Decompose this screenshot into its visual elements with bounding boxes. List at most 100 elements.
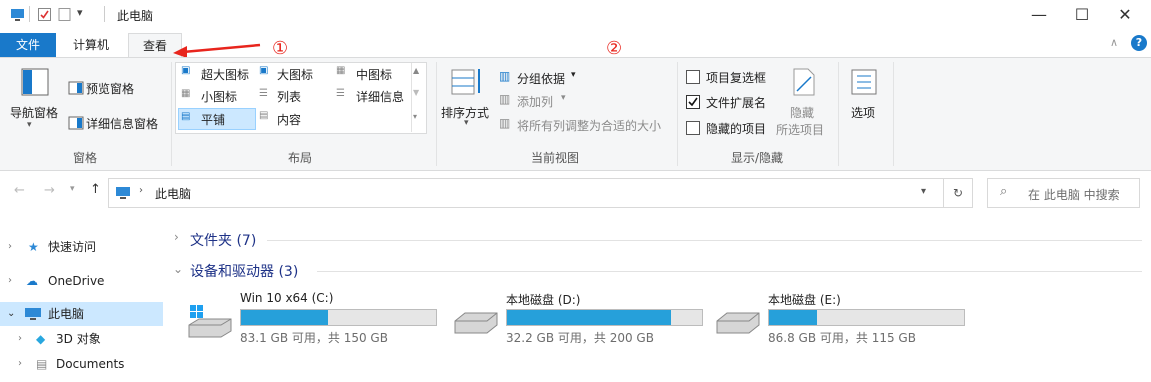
divider [267, 240, 1142, 241]
size-columns-icon: ▥ [499, 116, 511, 130]
breadcrumb[interactable]: 此电脑 [155, 185, 191, 202]
address-box[interactable]: › 此电脑 ▾ [108, 178, 945, 208]
chevron-right-icon[interactable]: › [174, 230, 179, 244]
drive-usage-bar [768, 309, 965, 326]
add-columns-icon: ▥ [499, 92, 511, 106]
item-checkboxes-checkbox[interactable] [686, 70, 700, 84]
preview-pane-icon [68, 81, 84, 95]
options-button[interactable]: 选项 [851, 104, 875, 121]
breadcrumb-separator-icon[interactable]: › [139, 185, 143, 196]
nav-item-quick-access[interactable]: › ★ 快速访问 [0, 235, 163, 259]
chevron-right-icon[interactable]: › [8, 235, 12, 259]
recent-locations-icon[interactable]: ▾ [70, 184, 75, 194]
divider [317, 271, 1142, 272]
preview-pane-button[interactable]: 预览窗格 [86, 80, 134, 97]
layout-details[interactable]: 详细信息 [356, 88, 404, 105]
scroll-down-icon[interactable]: ▼ [413, 88, 419, 97]
sort-by-icon[interactable] [451, 67, 485, 97]
large-icons-icon: ▣ [259, 65, 269, 76]
chevron-down-icon[interactable]: ⌄ [173, 262, 183, 276]
up-icon[interactable]: ↑ [90, 182, 101, 197]
window-title: 此电脑 [117, 9, 154, 23]
devices-section-header[interactable]: 设备和驱动器 (3) [190, 261, 298, 281]
layout-large-icons[interactable]: 大图标 [277, 66, 313, 83]
search-box[interactable]: ⌕ 在 此电脑 中搜索 [987, 178, 1140, 208]
hidden-items-label[interactable]: 隐藏的项目 [706, 120, 766, 137]
computer-icon[interactable] [10, 7, 25, 22]
drive-info: 32.2 GB 可用，共 200 GB [506, 331, 654, 345]
collapse-ribbon-icon[interactable]: ∧ [1110, 36, 1118, 49]
help-icon[interactable]: ? [1131, 35, 1147, 51]
drive-usage-fill [507, 310, 671, 325]
group-by-button[interactable]: 分组依据 [517, 70, 565, 87]
nav-item-3d-objects[interactable]: › ◆ 3D 对象 [0, 327, 163, 351]
chevron-down-icon[interactable]: ⌄ [7, 302, 15, 326]
nav-item-label: OneDrive [48, 274, 105, 288]
layout-extra-large-icons[interactable]: 超大图标 [201, 66, 249, 83]
drive-usage-fill [769, 310, 817, 325]
details-pane-icon [68, 116, 84, 130]
nav-item-documents[interactable]: › ▤ Documents [0, 352, 163, 376]
close-button[interactable]: ✕ [1102, 0, 1148, 30]
layout-small-icons[interactable]: 小图标 [201, 88, 237, 105]
navigation-pane-icon[interactable] [20, 67, 50, 97]
chevron-right-icon[interactable]: › [18, 352, 22, 376]
chevron-down-icon[interactable]: ▾ [27, 120, 32, 130]
nav-item-label: Documents [56, 357, 125, 371]
file-extensions-checkbox[interactable] [686, 95, 700, 109]
maximize-button[interactable]: ☐ [1059, 0, 1105, 30]
details-pane-button[interactable]: 详细信息窗格 [86, 115, 158, 132]
nav-item-onedrive[interactable]: › ☁ OneDrive [0, 269, 163, 293]
drive-tile-e[interactable]: 本地磁盘 (E:) 86.8 GB 可用，共 115 GB [715, 291, 980, 351]
customize-toolbar-icon[interactable]: ▾ [77, 6, 97, 21]
nav-item-label: 快速访问 [48, 240, 97, 254]
chevron-down-icon[interactable]: ▾ [571, 70, 576, 80]
address-dropdown-icon[interactable]: ▾ [921, 186, 926, 197]
chevron-down-icon: ▾ [561, 93, 566, 103]
size-all-columns-button[interactable]: 将所有列调整为合适的大小 [517, 117, 661, 134]
layout-medium-icons[interactable]: 中图标 [356, 66, 392, 83]
title-bar: ▾ 此电脑 — ☐ ✕ [0, 0, 1151, 30]
drive-tile-d[interactable]: 本地磁盘 (D:) 32.2 GB 可用，共 200 GB [453, 291, 718, 351]
hide-selected-button[interactable]: 隐藏 [790, 104, 814, 121]
hard-drive-icon [454, 312, 498, 334]
chevron-down-icon[interactable]: ▾ [464, 118, 469, 128]
scroll-up-icon[interactable]: ▲ [413, 66, 419, 75]
drive-name: 本地磁盘 (D:) [506, 293, 581, 307]
address-bar-row: ← → ▾ ↑ › 此电脑 ▾ ↻ ⌕ 在 此电脑 中搜索 [0, 178, 1151, 208]
drive-tile-c[interactable]: Win 10 x64 (C:) 83.1 GB 可用，共 150 GB [187, 291, 452, 351]
minimize-button[interactable]: — [1016, 0, 1062, 30]
layout-list[interactable]: 列表 [277, 88, 301, 105]
add-columns-button[interactable]: 添加列 [517, 93, 553, 110]
annotation-marker-1: ① [272, 38, 289, 59]
file-extensions-label[interactable]: 文件扩展名 [706, 94, 766, 111]
options-icon [851, 69, 877, 95]
item-checkboxes-label[interactable]: 项目复选框 [706, 69, 766, 86]
layout-tiles[interactable]: 平铺 [201, 111, 225, 128]
expand-gallery-icon[interactable]: ▾ [413, 112, 417, 121]
tab-computer[interactable]: 计算机 [58, 33, 124, 57]
ribbon: 导航窗格 ▾ 预览窗格 详细信息窗格 窗格 ▣ 超大图标 ▣ 大图标 ▦ 中图标… [0, 57, 1151, 171]
chevron-right-icon[interactable]: › [18, 327, 22, 351]
refresh-icon: ↻ [952, 186, 964, 200]
properties-icon[interactable] [37, 7, 52, 22]
divider [838, 62, 839, 166]
folders-section-header[interactable]: 文件夹 (7) [190, 230, 256, 250]
forward-icon[interactable]: → [44, 183, 55, 198]
nav-item-this-pc[interactable]: ⌄ 此电脑 [0, 302, 163, 326]
back-icon[interactable]: ← [14, 183, 25, 198]
navigation-pane: › ★ 快速访问 › ☁ OneDrive ⌄ 此电脑 › ◆ 3D 对象 › … [0, 222, 165, 382]
layout-content[interactable]: 内容 [277, 111, 301, 128]
divider [893, 62, 894, 166]
refresh-button[interactable]: ↻ [943, 178, 973, 208]
tiles-icon: ▤ [181, 111, 191, 122]
group-by-icon: ▥ [499, 69, 511, 83]
chevron-right-icon[interactable]: › [8, 269, 12, 293]
drive-usage-fill [241, 310, 328, 325]
search-input[interactable]: 在 此电脑 中搜索 [1028, 186, 1120, 203]
annotation-marker-2: ② [606, 38, 623, 59]
navigation-pane-button[interactable]: 导航窗格 [10, 104, 58, 121]
tab-file[interactable]: 文件 [0, 33, 56, 57]
hidden-items-checkbox[interactable] [686, 121, 700, 135]
new-folder-icon[interactable] [57, 7, 72, 22]
